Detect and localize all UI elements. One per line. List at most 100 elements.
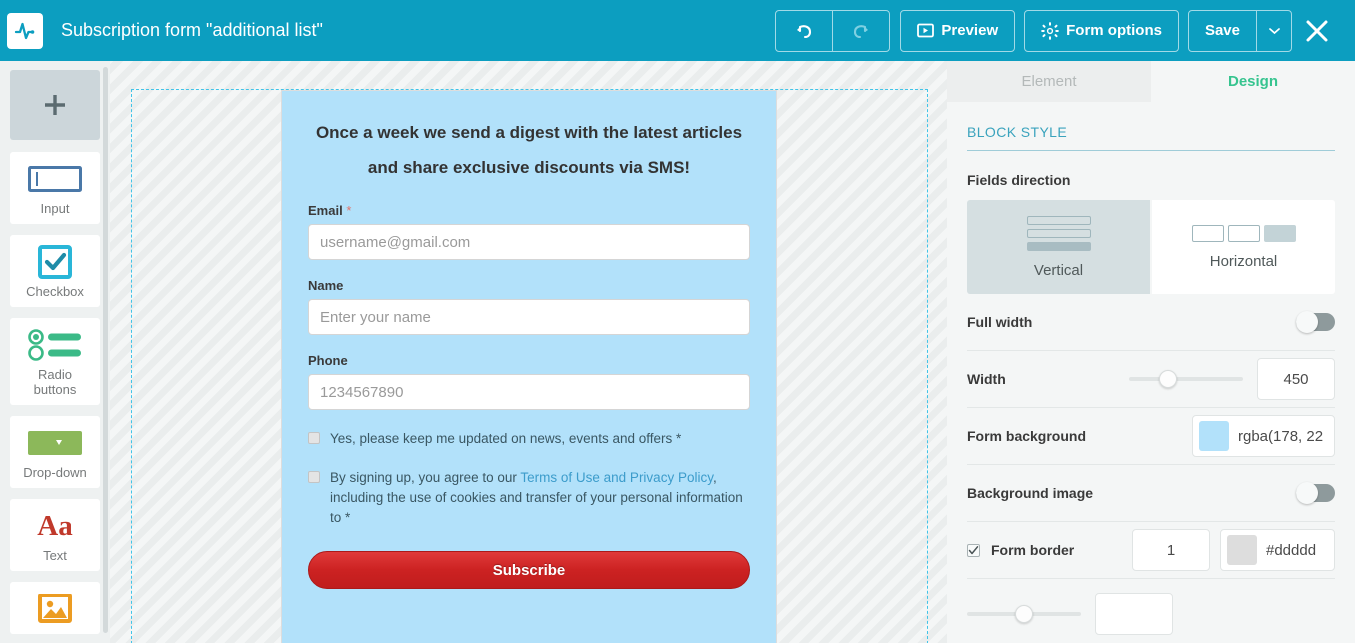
block-style-section-title: BLOCK STYLE [967, 124, 1335, 151]
field-label: Phone [308, 353, 348, 368]
sidebar-item-checkbox[interactable]: Checkbox [10, 235, 100, 307]
background-image-label: Background image [967, 485, 1094, 501]
save-label: Save [1204, 22, 1240, 39]
tab-element[interactable]: Element [947, 61, 1151, 102]
width-input[interactable] [1257, 358, 1335, 400]
save-group: Save [1187, 9, 1292, 52]
fields-direction-selector: Vertical Horizontal [967, 200, 1335, 294]
form-options-group: Form options [1024, 9, 1179, 52]
form-field-email: Email * username@gmail.com [308, 203, 750, 260]
partial-number-input[interactable] [1095, 592, 1173, 635]
preview-group: Preview [900, 9, 1016, 52]
form-border-width-input[interactable] [1132, 529, 1210, 571]
form-border-color-picker[interactable]: #ddddd [1220, 529, 1335, 571]
elements-sidebar: Input Checkbox Radio buttons Drop-down A… [0, 61, 110, 643]
color-swatch [1227, 535, 1257, 565]
fields-direction-vertical-option[interactable]: Vertical [967, 200, 1150, 294]
width-row: Width [967, 351, 1335, 408]
text-aa-icon: Aa [37, 509, 73, 542]
form-border-row: Form border #ddddd [967, 522, 1335, 579]
subscribe-button[interactable]: Subscribe [308, 551, 750, 589]
form-background-label: Form background [967, 428, 1087, 444]
newsletter-consent-text: Yes, please keep me updated on news, eve… [330, 431, 682, 446]
chevron-down-icon [1268, 27, 1280, 34]
check-icon [968, 545, 979, 554]
terms-checkbox[interactable] [308, 471, 320, 483]
partial-next-row [967, 579, 1335, 636]
redo-button[interactable] [833, 11, 889, 51]
slider-thumb[interactable] [1159, 370, 1177, 388]
phone-placeholder: 1234567890 [320, 383, 404, 401]
sidebar-item-text[interactable]: Aa Text [10, 499, 100, 571]
consent-row-newsletter: Yes, please keep me updated on news, eve… [308, 429, 750, 449]
form-border-checkbox[interactable] [967, 543, 980, 557]
form-background-row: Form background rgba(178, 22 [967, 408, 1335, 465]
undo-button[interactable] [776, 11, 832, 51]
save-button[interactable]: Save [1189, 11, 1256, 51]
phone-input[interactable]: 1234567890 [308, 374, 750, 410]
color-value-text: rgba(178, 22 [1238, 427, 1324, 445]
fields-direction-horizontal-option[interactable]: Horizontal [1152, 200, 1335, 294]
redo-arrow-icon [854, 24, 869, 38]
image-icon [38, 592, 72, 626]
consent-row-terms: By signing up, you agree to our Terms of… [308, 468, 750, 528]
form-heading: Once a week we send a digest with the la… [315, 123, 743, 177]
close-button[interactable] [1292, 10, 1342, 52]
email-input[interactable]: username@gmail.com [308, 224, 750, 260]
sidebar-item-label: Input [40, 201, 70, 216]
dropdown-icon [28, 426, 82, 460]
terms-privacy-link[interactable]: Terms of Use and Privacy Policy [520, 470, 713, 485]
background-image-row: Background image [967, 465, 1335, 522]
preview-button[interactable]: Preview [901, 11, 1014, 51]
sidebar-scrollbar[interactable] [103, 67, 108, 633]
full-width-toggle[interactable] [1296, 311, 1335, 333]
toggle-knob [1296, 311, 1318, 333]
form-field-phone: Phone 1234567890 [308, 353, 750, 410]
full-width-label: Full width [967, 314, 1033, 330]
form-field-name: Name Enter your name [308, 278, 750, 335]
terms-consent-text: By signing up, you agree to our Terms of… [330, 468, 750, 528]
app-header: Subscription form "additional list" Prev… [0, 0, 1355, 61]
slider-track [1129, 377, 1243, 381]
radio-buttons-icon [27, 328, 83, 362]
save-dropdown-button[interactable] [1257, 11, 1291, 51]
terms-text-before: By signing up, you agree to our [330, 470, 521, 485]
tab-design[interactable]: Design [1151, 61, 1355, 102]
toggle-knob [1296, 482, 1318, 504]
panel-tabs: Element Design [947, 61, 1355, 102]
sidebar-item-label: Radio buttons [33, 367, 77, 397]
undo-arrow-icon [797, 24, 812, 38]
newsletter-checkbox[interactable] [308, 432, 320, 444]
horizontal-layout-icon [1191, 224, 1296, 242]
option-label: Vertical [1033, 261, 1084, 279]
form-options-button[interactable]: Form options [1025, 11, 1178, 51]
close-x-icon [1306, 20, 1328, 41]
form-block[interactable]: Once a week we send a digest with the la… [281, 90, 777, 643]
plus-icon [45, 95, 65, 115]
pulse-logo-icon [14, 22, 35, 39]
full-width-row: Full width [967, 294, 1335, 351]
play-box-icon [917, 23, 935, 38]
page-title: Subscription form "additional list" [61, 20, 323, 40]
color-value-text: #ddddd [1266, 541, 1317, 559]
field-label: Name [308, 278, 344, 293]
width-slider[interactable] [1129, 370, 1243, 388]
sidebar-item-image[interactable] [10, 582, 100, 634]
add-element-button[interactable] [10, 70, 100, 140]
slider-thumb[interactable] [1015, 604, 1033, 623]
background-image-toggle[interactable] [1296, 482, 1335, 504]
sidebar-item-label: Text [43, 548, 67, 563]
preview-label: Preview [941, 22, 999, 39]
sidebar-item-label: Checkbox [26, 284, 84, 299]
form-background-color-picker[interactable]: rgba(178, 22 [1192, 415, 1335, 457]
sidebar-item-radio-buttons[interactable]: Radio buttons [10, 318, 100, 405]
partial-slider[interactable] [967, 604, 1081, 623]
sidebar-item-input[interactable]: Input [10, 152, 100, 224]
field-label: Email * [308, 203, 352, 218]
width-label: Width [967, 371, 1006, 387]
sidebar-item-drop-down[interactable]: Drop-down [10, 416, 100, 488]
fields-direction-label: Fields direction [967, 172, 1071, 188]
name-input[interactable]: Enter your name [308, 299, 750, 335]
panel-body: BLOCK STYLE Fields direction Vertical Ho… [947, 124, 1355, 636]
app-logo [7, 12, 43, 49]
